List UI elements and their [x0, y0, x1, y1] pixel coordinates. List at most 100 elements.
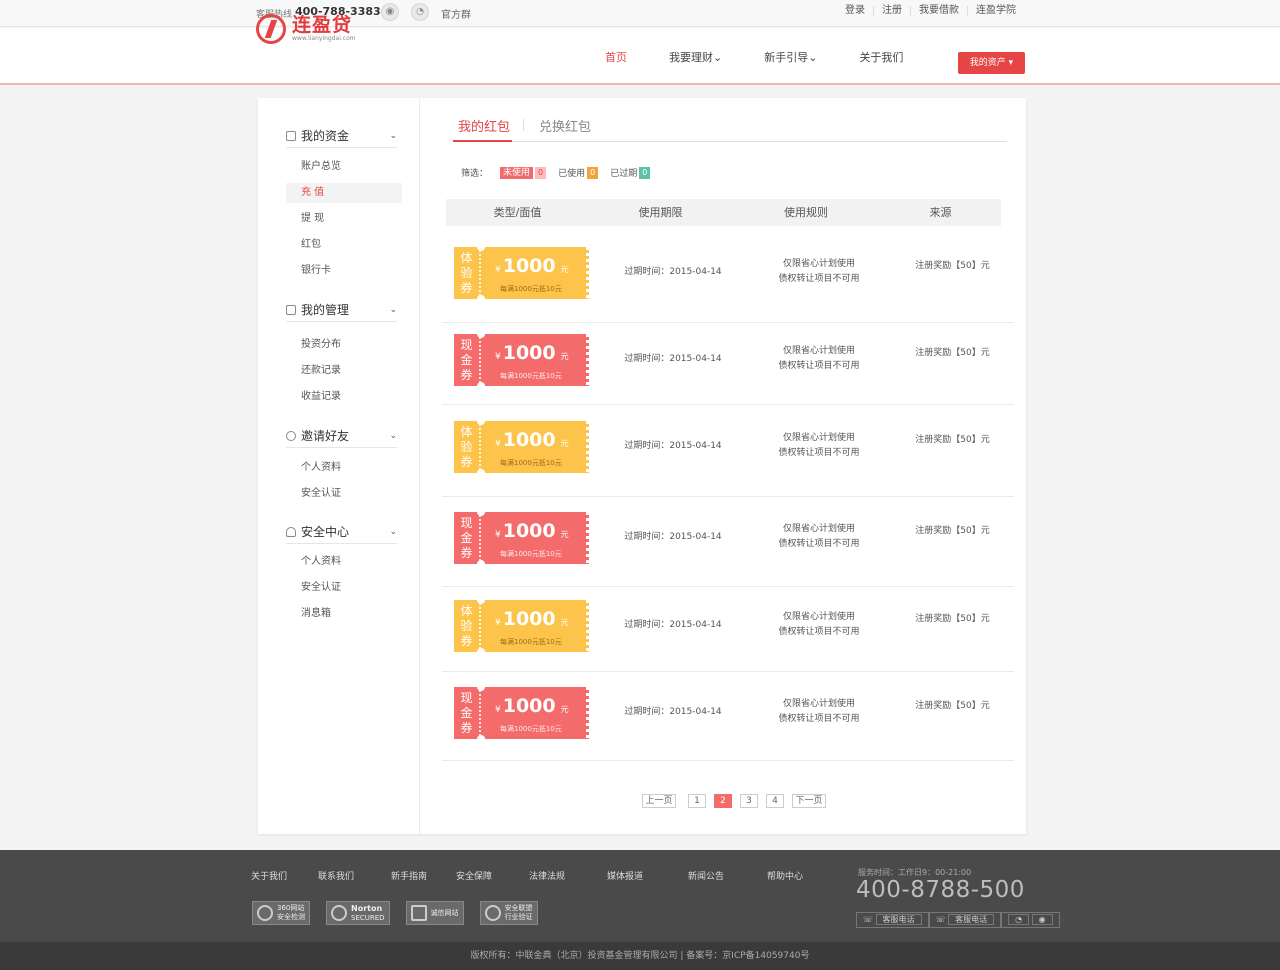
- footer: 关于我们 联系我们 新手指南 安全保障 法律法规 媒体报道 新闻公告 帮助中心 …: [0, 850, 1280, 942]
- footer-phone-button-2[interactable]: ☏ 客服电话: [928, 912, 1002, 928]
- sidebar: 我的资金 ⌄ 账户总览 充 值 提 现 红包 银行卡 我的管理 ⌄ 投资分布 还…: [258, 98, 420, 834]
- sidebar-group-header[interactable]: 我的管理 ⌄: [286, 298, 397, 322]
- sidebar-item-profile[interactable]: 个人资料: [286, 552, 402, 572]
- main-nav: 首页 我要理财⌄ 新手引导⌄ 关于我们: [605, 28, 945, 85]
- expiry-date: 过期时间：2015-04-14: [624, 267, 722, 277]
- footer-social-button[interactable]: ◔ ◉: [1001, 912, 1060, 928]
- tab-redeem-red-packets[interactable]: 兑换红包: [539, 116, 591, 135]
- chevron-down-icon: ⌄: [389, 526, 397, 537]
- chevron-down-icon: ⌄: [389, 304, 397, 315]
- footer-link-law[interactable]: 法律法规: [529, 869, 607, 882]
- next-page-button[interactable]: 下一页: [792, 794, 826, 808]
- active-tab-indicator: [453, 140, 512, 142]
- sidebar-group-invite: 邀请好友 ⌄ 个人资料 安全认证: [286, 424, 402, 504]
- wechat-icon[interactable]: ◔: [411, 3, 429, 21]
- expiry-date: 过期时间：2015-04-14: [624, 532, 722, 542]
- sidebar-item-security-auth[interactable]: 安全认证: [286, 578, 402, 598]
- usage-rules: 仅限省心计划使用 债权转让项目不可用: [778, 433, 860, 458]
- sidebar-item-profile[interactable]: 个人资料: [286, 458, 402, 478]
- expiry-date: 过期时间：2015-04-14: [624, 354, 722, 364]
- footer-link-contact[interactable]: 联系我们: [318, 869, 391, 882]
- coupon-ticket[interactable]: 现金券 ¥1000 元每满1000元抵10元: [454, 683, 592, 743]
- footer-link-about[interactable]: 关于我们: [251, 869, 318, 882]
- filter-used[interactable]: 已使用 0: [558, 166, 599, 179]
- academy-link[interactable]: 连盈学院: [967, 6, 1024, 16]
- footer-link-security[interactable]: 安全保障: [456, 869, 529, 882]
- coupon-source: 注册奖励【50】元: [915, 435, 990, 445]
- badge-norton[interactable]: Norton SECURED: [326, 901, 390, 925]
- filter-unused-label: 未使用: [500, 166, 534, 179]
- filter-expired-count: 0: [639, 166, 651, 179]
- borrow-link[interactable]: 我要借款: [910, 6, 967, 16]
- coupon-ticket[interactable]: 体验券 ¥1000 元每满1000元抵10元: [454, 243, 592, 303]
- sidebar-item-repayment-records[interactable]: 还款记录: [286, 361, 402, 381]
- logo[interactable]: 连盈贷 www.lianyingdai.com: [256, 14, 356, 44]
- table-row: 现金券 ¥1000 元每满1000元抵10元 过期时间：2015-04-14 仅限省心计…: [442, 672, 1014, 761]
- sidebar-item-bank-card[interactable]: 银行卡: [286, 261, 402, 281]
- sidebar-item-inbox[interactable]: 消息箱: [286, 604, 402, 624]
- footer-link-guide[interactable]: 新手指南: [391, 869, 456, 882]
- page-button-1[interactable]: 1: [688, 794, 706, 808]
- sidebar-item-invest-distribution[interactable]: 投资分布: [286, 335, 402, 355]
- sidebar-item-income-records[interactable]: 收益记录: [286, 387, 402, 407]
- nav-invest[interactable]: 我要理财⌄: [669, 49, 722, 65]
- currency-symbol: ¥: [495, 530, 501, 540]
- official-group-link[interactable]: 官方群: [441, 6, 471, 21]
- currency-symbol: ¥: [495, 618, 501, 628]
- top-bar: 客服热线 400-788-3383 ◉ ◔ 官方群 登录 注册 我要借款 连盈学…: [0, 0, 1280, 27]
- table-row: 体验券 ¥1000 元每满1000元抵10元 过期时间：2015-04-14 仅限省心计…: [442, 405, 1014, 497]
- my-assets-button[interactable]: 我的资产 ▾: [958, 52, 1025, 74]
- badge-security-alliance[interactable]: 安全联盟 行业验证: [479, 901, 538, 925]
- tab-divider: [523, 119, 524, 131]
- sidebar-group-header[interactable]: 邀请好友 ⌄: [286, 424, 397, 448]
- coupon-unit: 元: [560, 705, 569, 714]
- expiry-date: 过期时间：2015-04-14: [624, 707, 722, 717]
- nav-guide[interactable]: 新手引导⌄: [764, 49, 817, 65]
- expiry-date: 过期时间：2015-04-14: [624, 620, 722, 630]
- sidebar-group-header[interactable]: 我的资金 ⌄: [286, 124, 397, 148]
- sidebar-item-security-auth[interactable]: 安全认证: [286, 484, 402, 504]
- weibo-icon[interactable]: ◉: [381, 3, 399, 21]
- coupon-ticket[interactable]: 体验券 ¥1000 元每满1000元抵10元: [454, 417, 592, 477]
- currency-symbol: ¥: [495, 265, 501, 275]
- coupon-ticket[interactable]: 现金券 ¥1000 元每满1000元抵10元: [454, 508, 592, 568]
- column-header-rules: 使用规则: [784, 206, 828, 219]
- footer-phone-button-1[interactable]: ☏ 客服电话: [856, 912, 929, 928]
- footer-link-media[interactable]: 媒体报道: [607, 869, 688, 882]
- coupon-unit: 元: [560, 439, 569, 448]
- sidebar-group-header[interactable]: 安全中心 ⌄: [286, 520, 397, 544]
- coupon-source: 注册奖励【50】元: [915, 261, 990, 271]
- sidebar-item-withdraw[interactable]: 提 现: [286, 209, 402, 229]
- login-link[interactable]: 登录: [837, 6, 873, 16]
- page-button-3[interactable]: 3: [740, 794, 758, 808]
- register-link[interactable]: 注册: [873, 6, 910, 16]
- coupon-ticket[interactable]: 现金券 ¥1000 元每满1000元抵10元: [454, 330, 592, 390]
- logo-icon: [256, 14, 286, 44]
- prev-page-button[interactable]: 上一页: [642, 794, 676, 808]
- coupon-condition: 每满1000元抵10元: [500, 638, 562, 646]
- footer-link-news[interactable]: 新闻公告: [688, 869, 767, 882]
- footer-link-help[interactable]: 帮助中心: [767, 869, 803, 882]
- usage-rules: 仅限省心计划使用 债权转让项目不可用: [778, 699, 860, 724]
- coupon-ticket[interactable]: 体验券 ¥1000 元每满1000元抵10元: [454, 596, 592, 656]
- badge-credit[interactable]: 诚信网站: [405, 901, 464, 925]
- tab-my-red-packets[interactable]: 我的红包: [458, 116, 510, 135]
- nav-about[interactable]: 关于我们: [859, 49, 903, 65]
- trust-badges: 360网站 安全检测 Norton SECURED 诚信网站 安全联盟 行业验证: [252, 901, 554, 925]
- currency-symbol: ¥: [495, 705, 501, 715]
- sidebar-item-account-overview[interactable]: 账户总览: [286, 157, 402, 177]
- coupon-type: 现金券: [454, 512, 481, 564]
- coupon-condition: 每满1000元抵10元: [500, 285, 562, 293]
- sidebar-item-red-packet[interactable]: 红包: [286, 235, 402, 255]
- page-button-4[interactable]: 4: [766, 794, 784, 808]
- nav-home[interactable]: 首页: [605, 49, 627, 65]
- coupon-type: 现金券: [454, 687, 481, 739]
- content-card: 我的资金 ⌄ 账户总览 充 值 提 现 红包 银行卡 我的管理 ⌄ 投资分布 还…: [258, 98, 1026, 834]
- sidebar-item-recharge[interactable]: 充 值: [286, 183, 402, 203]
- sidebar-group-title: 邀请好友: [301, 429, 350, 443]
- filter-unused[interactable]: 未使用 0: [500, 166, 547, 179]
- badge-360[interactable]: 360网站 安全检测: [252, 901, 310, 925]
- tab-bar: 我的红包 兑换红包: [453, 114, 1007, 142]
- page-button-2[interactable]: 2: [714, 794, 732, 808]
- filter-expired[interactable]: 已过期 0: [610, 166, 651, 179]
